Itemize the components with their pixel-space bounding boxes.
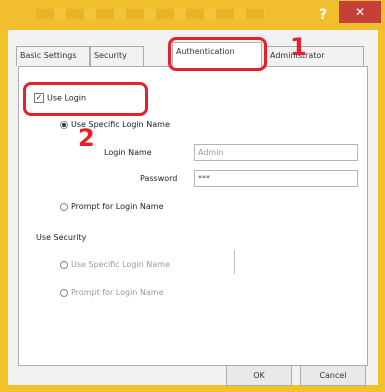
security-section-label: Use Security: [36, 233, 87, 242]
callout-tab-highlight: [168, 37, 267, 71]
help-button[interactable]: ?: [313, 6, 333, 24]
prompt-login-dim-radio[interactable]: [60, 288, 68, 297]
prompt-login-radio[interactable]: [60, 202, 68, 211]
window-title: [36, 9, 266, 19]
tab-basic-settings[interactable]: Basic Settings: [16, 46, 90, 66]
settings-dialog: ? ✕ Basic Settings Security Authenticati…: [0, 0, 385, 392]
callout-checkbox-highlight: [23, 82, 148, 116]
password-input[interactable]: ***: [194, 170, 358, 187]
specific-login-row[interactable]: Use Specific Login Name: [60, 120, 170, 129]
ok-button[interactable]: OK: [226, 365, 292, 386]
prompt-login-label: Prompt for Login Name: [71, 202, 164, 211]
specific-login-radio[interactable]: [60, 120, 68, 129]
tab-security[interactable]: Security: [90, 46, 144, 66]
close-button[interactable]: ✕: [339, 1, 381, 23]
prompt-login-dim-label: Prompt for Login Name: [71, 288, 164, 297]
login-name-label: Login Name: [104, 148, 152, 157]
login-name-input[interactable]: Admin: [194, 144, 358, 161]
password-label: Password: [140, 174, 178, 183]
cancel-button[interactable]: Cancel: [300, 365, 366, 386]
callout-number-1: 1: [290, 33, 307, 61]
specific-login-dim-radio[interactable]: [60, 260, 68, 269]
tab-administrator[interactable]: Administrator: [266, 46, 364, 66]
group-divider: [234, 250, 235, 274]
callout-number-2: 2: [78, 124, 95, 152]
specific-login-dim-row[interactable]: Use Specific Login Name: [60, 260, 170, 269]
specific-login-dim-label: Use Specific Login Name: [71, 260, 170, 269]
prompt-login-row[interactable]: Prompt for Login Name: [60, 202, 164, 211]
prompt-login-dim-row[interactable]: Prompt for Login Name: [60, 288, 164, 297]
title-bar[interactable]: ? ✕: [0, 0, 385, 30]
